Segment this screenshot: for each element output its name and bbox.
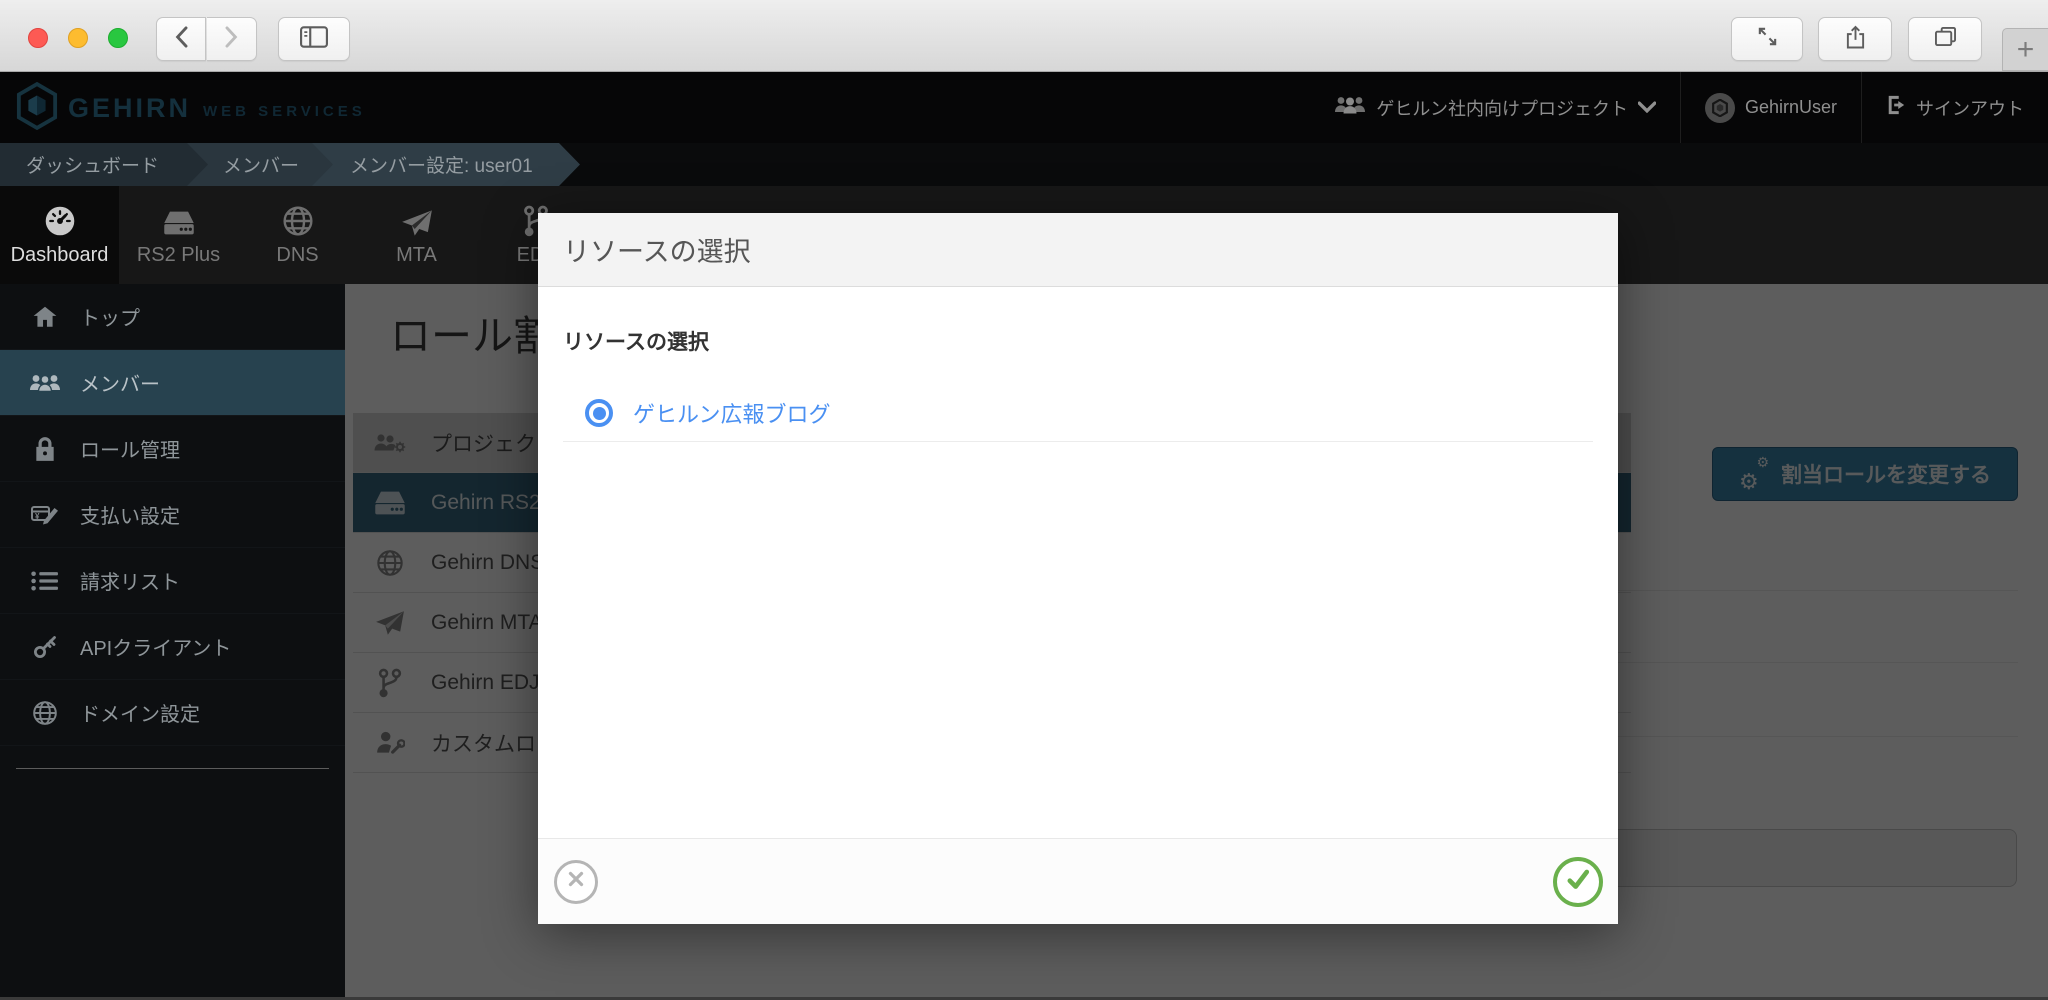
sidebar-toggle-button[interactable] <box>278 17 350 61</box>
globe-icon <box>282 203 314 237</box>
users-icon <box>28 372 62 394</box>
browser-toolbar: + <box>0 0 2048 72</box>
signout-label: サインアウト <box>1916 98 2024 119</box>
share-button[interactable] <box>1818 17 1892 61</box>
sidebar-panel-icon <box>300 25 328 53</box>
project-selector-label: ゲヒルン社内向けプロジェクト <box>1376 98 1628 119</box>
overlapping-tabs-icon <box>1934 26 1957 52</box>
fullscreen-button[interactable] <box>1731 17 1803 61</box>
breadcrumb-item-dashboard[interactable]: ダッシュボード <box>0 143 208 186</box>
paper-plane-icon <box>401 203 433 237</box>
breadcrumb: ダッシュボード メンバー メンバー設定: user01 <box>0 143 2048 186</box>
nav-tile-mta[interactable]: MTA <box>357 186 476 284</box>
modal-footer <box>538 838 1618 924</box>
breadcrumb-item-members[interactable]: メンバー <box>187 143 333 186</box>
nav-tile-dashboard[interactable]: Dashboard <box>0 186 119 284</box>
key-icon <box>28 634 62 660</box>
users-group-icon <box>1334 94 1366 121</box>
user-name: GehirnUser <box>1744 97 1837 117</box>
gehirn-hexagon-logo-icon <box>16 81 58 135</box>
modal-header: リソースの選択 <box>538 213 1618 287</box>
nav-tile-dns[interactable]: DNS <box>238 186 357 284</box>
brand-suffix: WEB SERVICES <box>203 103 366 120</box>
breadcrumb-item-member-settings[interactable]: メンバー設定: user01 <box>312 143 580 186</box>
sidebar-item-roles[interactable]: ロール管理 <box>0 416 345 482</box>
globe-icon <box>28 700 62 726</box>
nav-tile-rs2-plus[interactable]: RS2 Plus <box>119 186 238 284</box>
modal-confirm-button[interactable] <box>1553 856 1603 907</box>
modal-cancel-button[interactable] <box>554 859 598 904</box>
sidebar-item-top[interactable]: トップ <box>0 284 345 350</box>
sidebar-item-payment[interactable]: ¥ 支払い設定 <box>0 482 345 548</box>
app-header: GEHIRN WEB SERVICES ゲヒルン社内向けプロジェクト Gehir… <box>0 72 2048 143</box>
modal-body: リソースの選択 ゲヒルン広報ブログ <box>538 287 1618 442</box>
sidebar-item-members[interactable]: メンバー <box>0 350 345 416</box>
fullscreen-arrows-icon <box>1756 25 1779 53</box>
sidebar-divider <box>16 768 329 769</box>
server-icon <box>162 203 196 237</box>
user-avatar <box>1704 92 1735 123</box>
close-window-button[interactable] <box>28 28 48 48</box>
radio-selected-icon[interactable] <box>585 399 613 427</box>
svg-text:¥: ¥ <box>35 512 40 521</box>
chevron-down-icon <box>1637 97 1657 118</box>
browser-back-button[interactable] <box>156 17 206 61</box>
new-tab-button[interactable]: + <box>2002 28 2048 71</box>
plus-icon: + <box>2016 32 2035 66</box>
screen: + GEHIRN WEB SERVICES ゲヒルン社内向けプロジェクト Geh… <box>0 0 2048 1000</box>
minimize-window-button[interactable] <box>68 28 88 48</box>
dashboard-gauge-icon <box>44 203 76 237</box>
sidebar-item-api-clients[interactable]: APIクライアント <box>0 614 345 680</box>
user-menu[interactable]: GehirnUser <box>1681 72 1861 143</box>
list-icon <box>28 570 62 592</box>
signout-button[interactable]: サインアウト <box>1862 72 2048 143</box>
sidebar: トップ メンバー ロール管理 ¥ 支払い設定 請求リスト APIクライアント ド… <box>0 284 345 997</box>
sidebar-item-domains[interactable]: ドメイン設定 <box>0 680 345 746</box>
resource-option-row[interactable]: ゲヒルン広報ブログ <box>563 385 1593 442</box>
chevron-left-icon <box>175 25 188 53</box>
brand-name: GEHIRN <box>68 93 192 123</box>
brand-logo[interactable]: GEHIRN WEB SERVICES <box>16 81 366 135</box>
project-selector[interactable]: ゲヒルン社内向けプロジェクト <box>1310 72 1680 143</box>
x-icon <box>565 868 587 895</box>
tab-overview-button[interactable] <box>1908 17 1982 61</box>
home-icon <box>28 304 62 330</box>
signout-door-icon <box>1886 94 1906 121</box>
share-icon <box>1845 24 1866 55</box>
browser-forward-button[interactable] <box>207 17 257 61</box>
chevron-right-icon <box>225 25 238 53</box>
resource-select-modal: リソースの選択 リソースの選択 ゲヒルン広報ブログ <box>538 213 1618 924</box>
modal-title: リソースの選択 <box>563 237 751 267</box>
modal-section-heading: リソースの選択 <box>563 331 709 354</box>
payment-icon: ¥ <box>28 502 62 528</box>
sidebar-item-invoices[interactable]: 請求リスト <box>0 548 345 614</box>
zoom-window-button[interactable] <box>108 28 128 48</box>
lock-icon <box>28 436 62 462</box>
check-icon <box>1564 865 1592 898</box>
resource-option-label[interactable]: ゲヒルン広報ブログ <box>633 397 831 429</box>
